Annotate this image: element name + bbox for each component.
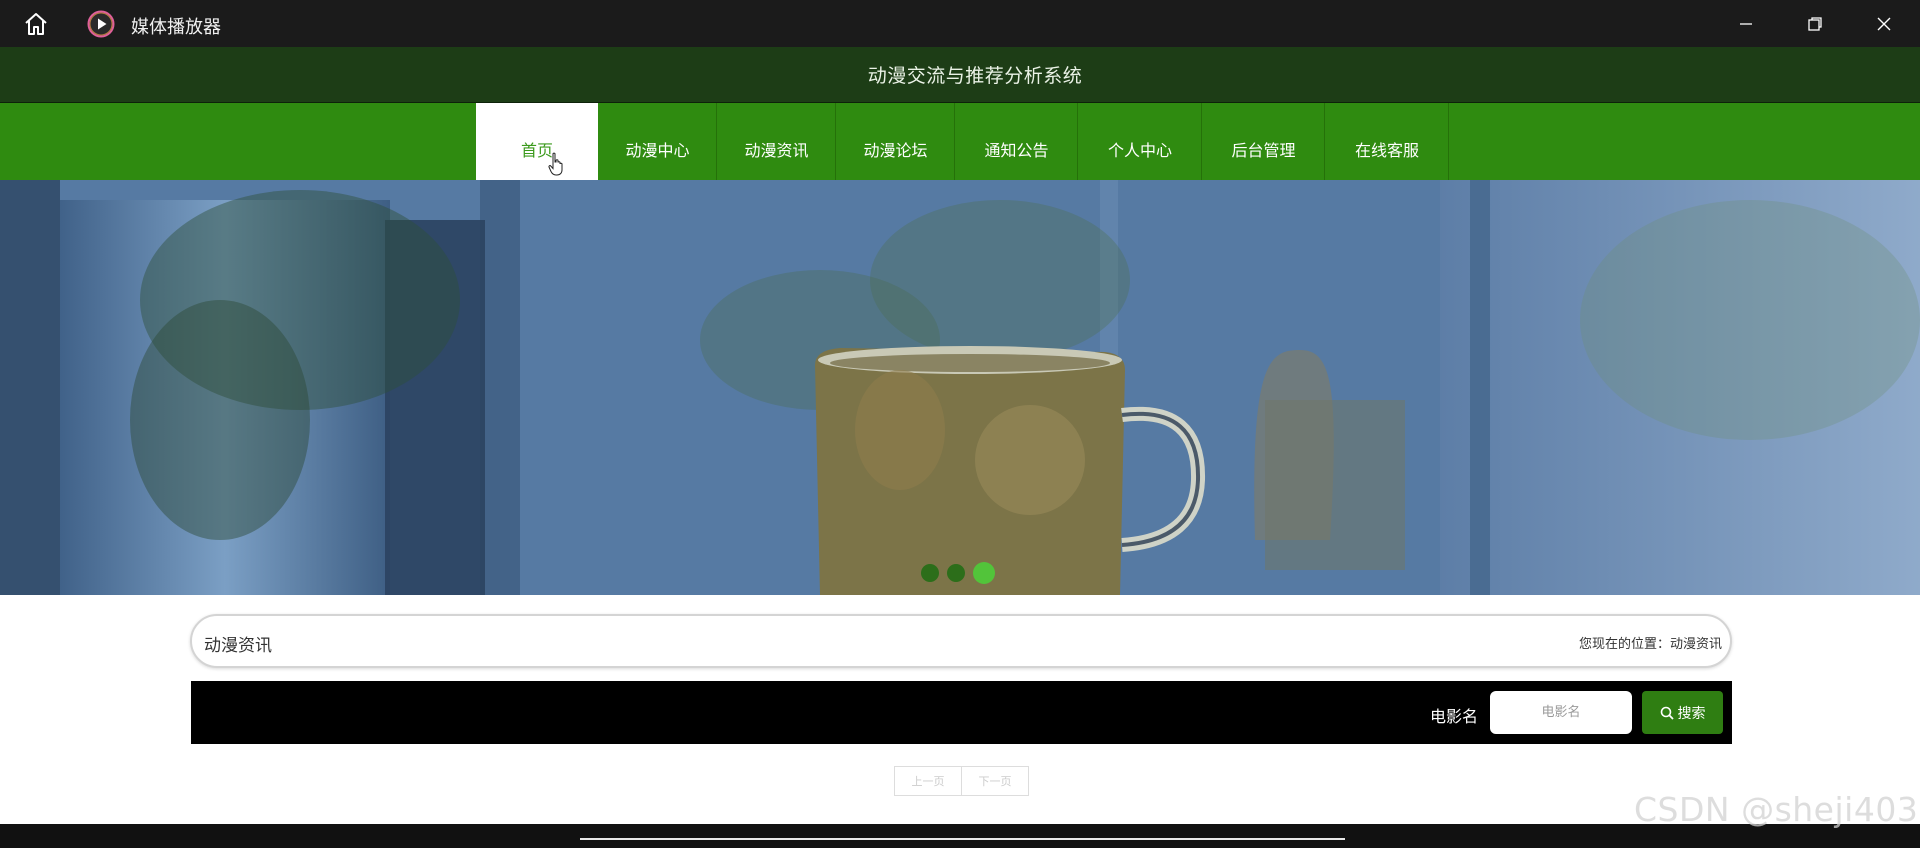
- search-button[interactable]: 搜索: [1642, 691, 1723, 734]
- minimize-icon: [1740, 22, 1752, 25]
- hand-cursor-icon: [548, 152, 563, 176]
- watermark: CSDN @sheji403: [1634, 790, 1919, 829]
- nav-item-anime-news[interactable]: 动漫资讯: [718, 103, 836, 180]
- nav-item-personal-center[interactable]: 个人中心: [1079, 103, 1202, 180]
- window-title: 媒体播放器: [131, 17, 221, 38]
- nav-item-online-service[interactable]: 在线客服: [1326, 103, 1449, 180]
- nav-item-home[interactable]: 首页: [476, 103, 598, 180]
- search-button-label: 搜索: [1677, 705, 1706, 722]
- window-titlebar: 媒体播放器: [0, 0, 1920, 47]
- banner-image: [0, 180, 1920, 595]
- nav-item-anime-center[interactable]: 动漫中心: [599, 103, 717, 180]
- minimize-button[interactable]: [1712, 0, 1780, 47]
- media-player-icon: [87, 10, 115, 38]
- next-page-button[interactable]: 下一页: [962, 766, 1029, 796]
- main-nav: 首页 动漫中心 动漫资讯 动漫论坛 通知公告 个人中心 后台管理 在线客服: [0, 103, 1920, 180]
- close-button[interactable]: [1850, 0, 1918, 47]
- carousel-dots: [921, 562, 995, 584]
- player-bottom-bar: [0, 824, 1920, 848]
- restore-icon: [1808, 16, 1822, 31]
- nav-item-admin[interactable]: 后台管理: [1203, 103, 1325, 180]
- carousel-dot-active[interactable]: [973, 562, 995, 584]
- hero-banner: [0, 180, 1920, 595]
- search-bar: 电影名 搜索: [191, 681, 1732, 744]
- site-title: 动漫交流与推荐分析系统: [867, 65, 1083, 87]
- pagination: 上一页 下一页: [894, 766, 1029, 796]
- breadcrumb: 您现在的位置：动漫资讯: [1578, 637, 1722, 652]
- movie-name-input[interactable]: [1490, 691, 1632, 734]
- carousel-dot[interactable]: [921, 564, 939, 582]
- section-title: 动漫资讯: [204, 636, 272, 656]
- restore-button[interactable]: [1781, 0, 1849, 47]
- home-icon[interactable]: [20, 11, 52, 37]
- search-label: 电影名: [1430, 707, 1479, 726]
- nav-item-notices[interactable]: 通知公告: [956, 103, 1078, 180]
- carousel-dot[interactable]: [947, 564, 965, 582]
- progress-bar[interactable]: [580, 838, 1345, 840]
- breadcrumb-bar: 动漫资讯 您现在的位置：动漫资讯: [190, 614, 1732, 668]
- prev-page-button[interactable]: 上一页: [894, 766, 962, 796]
- nav-item-anime-forum[interactable]: 动漫论坛: [837, 103, 955, 180]
- search-icon: [1660, 706, 1674, 720]
- site-header: 动漫交流与推荐分析系统: [0, 47, 1920, 104]
- close-icon: [1877, 17, 1891, 30]
